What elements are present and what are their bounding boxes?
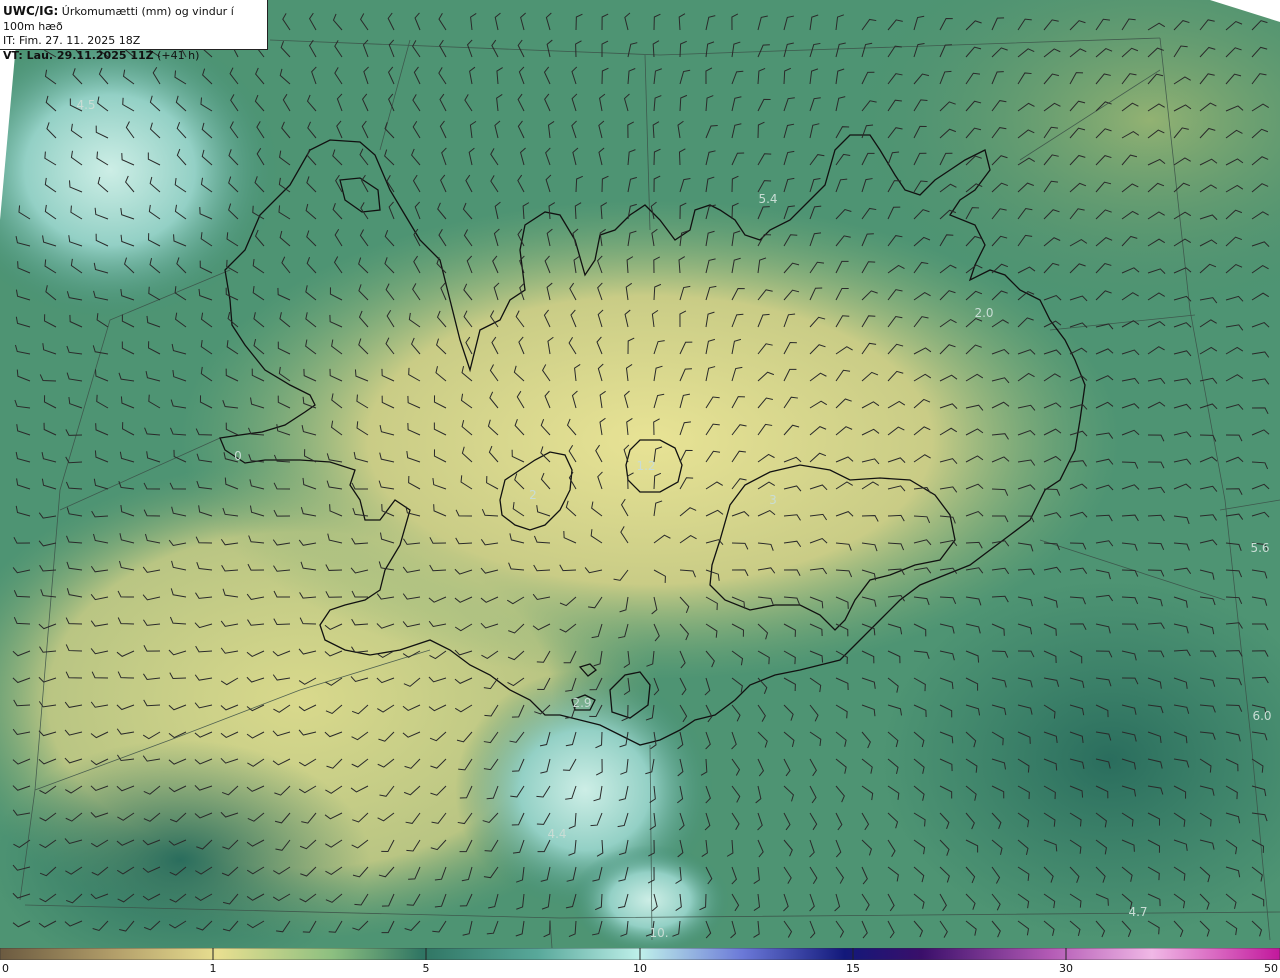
precipitable-water-wind-map [0,0,1280,948]
field-value-label: 1.2 [636,459,656,473]
field-value-label: 2 [529,488,537,502]
colorbar-tick-label: 1 [209,962,217,975]
field-value-label: 4.4 [547,827,567,841]
field-value-label: 3 [769,493,777,507]
colorbar-tick-label: 15 [846,962,860,975]
colorbar-tick-label: 30 [1059,962,1073,975]
colorbar-tick-label: 5 [422,962,430,975]
valid-time-line: VT: Lau. 29.11.2025 11Z (+41 h) [3,49,263,64]
field-value-label: 6.0 [1252,709,1272,723]
colorbar-tick-label: 10 [633,962,647,975]
field-value-label: 2.0 [974,306,994,320]
field-value-label: 4.5 [76,98,96,112]
colorbar-tick-label: 0 [2,962,9,975]
map-info-box: UWC/IG: Úrkomumætti (mm) og vindur í 100… [0,0,268,62]
colorbar-tick-label: 50 [1264,962,1278,975]
field-value-label: 4.7 [1128,905,1148,919]
product-code: UWC/IG: [3,4,59,18]
info-title-line: UWC/IG: Úrkomumætti (mm) og vindur í 100… [3,4,263,34]
field-value-label: 2.9 [572,696,592,710]
field-value-label: 10. [649,926,669,940]
valid-prefix: VT: [3,48,27,62]
field-value-label: 0 [234,449,242,463]
valid-time: Lau. 29.11.2025 11Z [26,48,154,62]
init-time: IT: Fim. 27. 11. 2025 18Z [3,34,141,47]
field-value-label: 5.6 [1250,541,1270,555]
field-value-label: 5.4 [758,192,778,206]
colorbar [0,948,1280,960]
lead-time: (+41 h) [153,48,200,62]
